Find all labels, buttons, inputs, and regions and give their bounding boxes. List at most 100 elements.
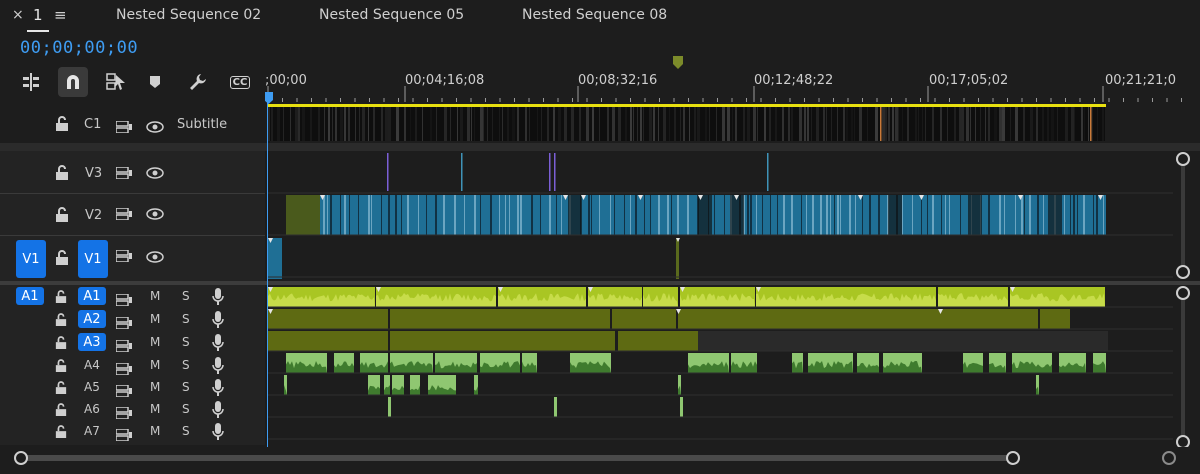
v3-clip-marker[interactable] xyxy=(554,153,556,191)
v3-clip-marker[interactable] xyxy=(549,153,551,191)
v1-clip[interactable] xyxy=(676,238,679,279)
solo-button[interactable]: S xyxy=(182,289,190,303)
lock-icon[interactable] xyxy=(55,207,69,227)
mute-button[interactable]: M xyxy=(150,289,160,303)
v1-source-patch[interactable]: V1 xyxy=(16,240,46,278)
sync-lock-icon[interactable] xyxy=(115,118,132,137)
horizontal-scrollbar[interactable] xyxy=(22,455,1014,461)
video-tracks-area[interactable] xyxy=(268,151,1173,281)
audio-clip[interactable] xyxy=(1040,309,1070,329)
horizontal-scroll-handle-right[interactable] xyxy=(1006,451,1020,465)
video-scroll-handle-bottom[interactable] xyxy=(1176,265,1190,279)
audio-clip[interactable] xyxy=(698,331,1108,351)
playhead-line[interactable] xyxy=(267,100,268,450)
sync-lock-icon[interactable] xyxy=(115,404,132,423)
lock-icon[interactable] xyxy=(55,424,67,443)
mute-button[interactable]: M xyxy=(150,424,160,438)
microphone-icon[interactable] xyxy=(212,401,224,423)
audio-scroll-handle-top[interactable] xyxy=(1176,286,1190,300)
audio-clip[interactable] xyxy=(612,309,676,329)
sync-lock-icon[interactable] xyxy=(115,382,132,401)
audio-clip[interactable] xyxy=(618,331,680,351)
sync-lock-icon[interactable] xyxy=(115,337,132,356)
microphone-icon[interactable] xyxy=(212,423,224,445)
a2-track-name[interactable]: A2 xyxy=(78,310,106,328)
tab-nested-sequence-08[interactable]: Nested Sequence 08 xyxy=(522,7,667,23)
sync-lock-icon[interactable] xyxy=(115,291,132,310)
active-sequence-tab[interactable]: 1 xyxy=(33,6,43,24)
audio-clip[interactable] xyxy=(388,397,391,417)
microphone-icon[interactable] xyxy=(212,357,224,379)
audio-tracks-area[interactable] xyxy=(268,285,1173,445)
sync-lock-icon[interactable] xyxy=(115,205,132,224)
audio-clip[interactable] xyxy=(680,397,683,417)
v1-clip[interactable] xyxy=(268,238,282,279)
audio-vertical-scrollbar[interactable] xyxy=(1181,290,1185,440)
tab-nested-sequence-02[interactable]: Nested Sequence 02 xyxy=(116,7,261,23)
sync-lock-icon[interactable] xyxy=(115,360,132,379)
sync-lock-icon[interactable] xyxy=(115,247,132,266)
mute-button[interactable]: M xyxy=(150,380,160,394)
audio-clip[interactable] xyxy=(390,309,610,329)
solo-button[interactable]: S xyxy=(182,402,190,416)
solo-button[interactable]: S xyxy=(182,312,190,326)
microphone-icon[interactable] xyxy=(212,379,224,401)
audio-clip[interactable] xyxy=(680,331,698,351)
solo-button[interactable]: S xyxy=(182,380,190,394)
close-tab-icon[interactable]: × xyxy=(12,7,24,23)
tab-nested-sequence-05[interactable]: Nested Sequence 05 xyxy=(319,7,464,23)
mute-button[interactable]: M xyxy=(150,402,160,416)
solo-button[interactable]: S xyxy=(182,424,190,438)
microphone-icon[interactable] xyxy=(212,288,224,310)
sync-lock-icon[interactable] xyxy=(115,314,132,333)
tab-menu-icon[interactable]: ≡ xyxy=(54,6,67,24)
audio-clip[interactable] xyxy=(678,309,1038,329)
v3-clip-marker[interactable] xyxy=(461,153,463,191)
marker-icon[interactable] xyxy=(142,69,168,95)
solo-button[interactable]: S xyxy=(182,335,190,349)
v1-target-toggle[interactable]: V1 xyxy=(78,240,108,278)
eye-icon[interactable] xyxy=(146,205,164,224)
lock-icon[interactable] xyxy=(55,165,69,185)
lock-icon[interactable] xyxy=(55,380,67,399)
microphone-icon[interactable] xyxy=(212,311,224,333)
playhead-timecode[interactable]: 00;00;00;00 xyxy=(20,38,138,58)
lock-icon[interactable] xyxy=(55,250,69,270)
mute-button[interactable]: M xyxy=(150,358,160,372)
mute-button[interactable]: M xyxy=(150,312,160,326)
a1-source-patch[interactable]: A1 xyxy=(16,287,44,305)
solo-button[interactable]: S xyxy=(182,358,190,372)
a3-track-name[interactable]: A3 xyxy=(78,333,106,351)
insert-overwrite-icon[interactable] xyxy=(18,69,44,95)
linked-selection-icon[interactable] xyxy=(103,69,129,95)
video-vertical-scrollbar[interactable] xyxy=(1181,156,1185,272)
lock-icon[interactable] xyxy=(55,289,67,308)
lock-icon[interactable] xyxy=(55,335,67,354)
audio-clip[interactable] xyxy=(268,309,388,329)
lock-icon[interactable] xyxy=(55,116,69,136)
eye-icon[interactable] xyxy=(146,118,164,137)
lock-icon[interactable] xyxy=(55,358,67,377)
eye-icon[interactable] xyxy=(146,164,164,183)
v3-clip-marker[interactable] xyxy=(767,153,769,191)
microphone-icon[interactable] xyxy=(212,334,224,356)
audio-clip[interactable] xyxy=(390,331,615,351)
lock-icon[interactable] xyxy=(55,402,67,421)
time-ruler[interactable]: ;00;00 00;04;16;08 00;08;32;16 00;12;48;… xyxy=(265,56,1200,110)
audio-clip[interactable] xyxy=(554,397,557,417)
sync-lock-icon[interactable] xyxy=(115,426,132,445)
zoom-handle[interactable] xyxy=(1162,451,1176,465)
snap-icon[interactable] xyxy=(58,67,88,97)
lock-icon[interactable] xyxy=(55,312,67,331)
v3-clip-marker[interactable] xyxy=(387,153,389,191)
v2-clip[interactable] xyxy=(286,195,320,235)
mute-button[interactable]: M xyxy=(150,335,160,349)
captions-icon[interactable]: CC xyxy=(227,69,253,95)
eye-icon[interactable] xyxy=(146,248,164,267)
sync-lock-icon[interactable] xyxy=(115,164,132,183)
wrench-icon[interactable] xyxy=(185,69,211,95)
caption-track-content[interactable] xyxy=(268,107,1105,141)
horizontal-scroll-handle-left[interactable] xyxy=(14,451,28,465)
video-scroll-handle-top[interactable] xyxy=(1176,152,1190,166)
audio-clip[interactable] xyxy=(268,331,388,351)
